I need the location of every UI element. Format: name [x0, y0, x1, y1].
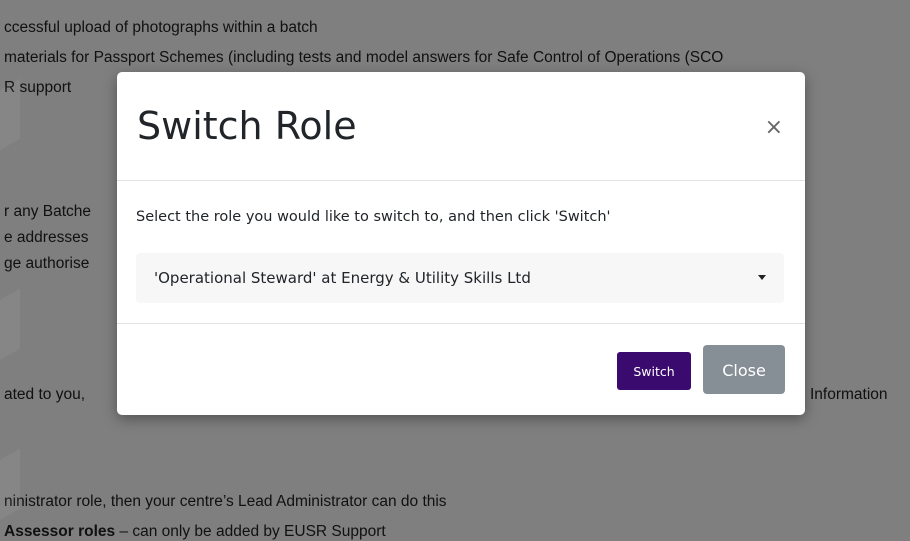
close-button[interactable]: Close — [703, 345, 785, 394]
role-select-value: 'Operational Steward' at Energy & Utilit… — [154, 269, 531, 287]
modal-body: Select the role you would like to switch… — [117, 181, 805, 324]
decorative-shape — [0, 78, 20, 162]
caret-down-icon — [758, 275, 766, 280]
switch-role-modal: Switch Role × Select the role you would … — [117, 72, 805, 415]
switch-button[interactable]: Switch — [617, 352, 691, 390]
role-select[interactable]: 'Operational Steward' at Energy & Utilit… — [136, 253, 784, 303]
modal-title: Switch Role — [137, 104, 357, 148]
close-icon[interactable]: × — [765, 116, 783, 140]
decorative-shape — [0, 448, 20, 532]
instructions-text: Select the role you would like to switch… — [136, 209, 611, 225]
modal-header: Switch Role × — [117, 72, 805, 181]
modal-footer: Switch Close — [117, 324, 805, 415]
decorative-shape — [0, 288, 20, 372]
